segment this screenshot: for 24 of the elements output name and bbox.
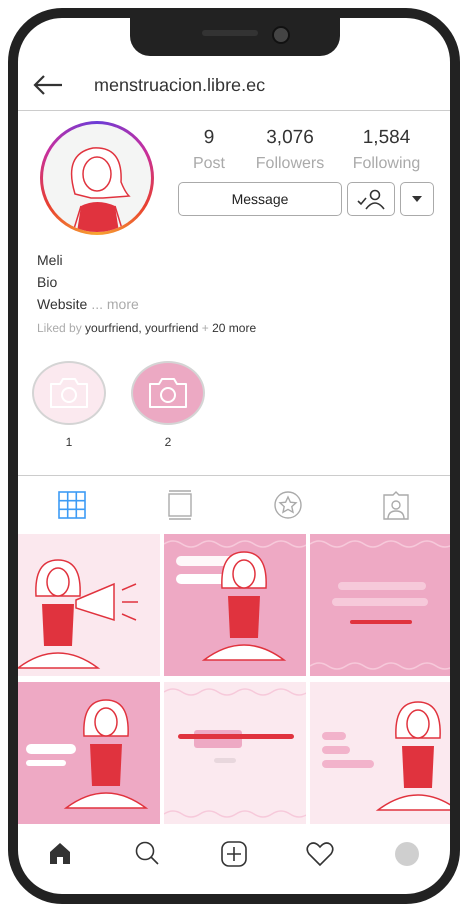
bio-text: Bio [37,273,58,292]
stat-label: Post [192,155,225,173]
grid-icon[interactable] [57,490,87,520]
highlight-label: 1 [66,435,72,449]
add-icon[interactable] [220,840,248,868]
camera-icon [147,377,189,409]
dropdown-button[interactable] [400,182,434,216]
back-arrow-icon[interactable] [32,74,64,96]
stat-label: Following [352,155,420,173]
stat-label: Followers [256,155,324,173]
profile-name: Meli [37,251,64,270]
following-button[interactable] [347,182,395,216]
message-button[interactable]: Message [178,182,342,216]
username: menstruacion.libre.ec [94,74,266,96]
stat-count: 3,076 [266,127,314,149]
person-check-icon [356,188,386,210]
heart-icon[interactable] [306,840,334,868]
website-link[interactable]: Website [37,293,88,315]
highlight-label: 2 [164,435,172,449]
stat-count: 1,584 [362,127,410,149]
liked-by-text: Liked by yourfriend, yourfriend + 20 more [37,321,258,335]
person-tag-icon[interactable] [381,490,411,520]
stat-count: 9 [204,127,214,149]
caret-icon [412,196,422,202]
